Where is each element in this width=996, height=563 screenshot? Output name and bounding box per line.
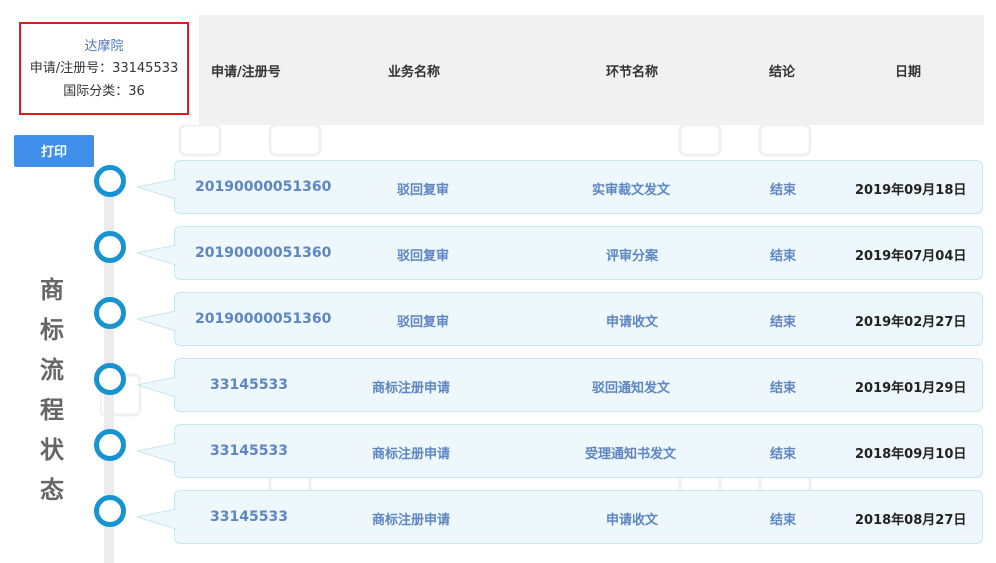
international-class: 国际分类：36	[63, 84, 145, 99]
trademark-info-box: 达摩院 申请/注册号：33145533 国际分类：36	[19, 22, 189, 115]
row-pointer	[137, 443, 177, 463]
row-step-name[interactable]: 受理通知书发文	[585, 443, 676, 462]
row-pointer	[137, 509, 177, 529]
row-date: 2019年02月27日	[855, 315, 967, 330]
row-result[interactable]: 结束	[770, 509, 796, 528]
table-row: 33145533 商标注册申请 受理通知书发文 结束 2018年09月10日	[137, 424, 983, 478]
registration-number: 申请/注册号：33145533	[29, 61, 179, 76]
header-reg-number: 申请/注册号	[211, 65, 281, 80]
row-result[interactable]: 结束	[770, 179, 796, 198]
table-row: 33145533 商标注册申请 驳回通知发文 结束 2019年01月29日	[137, 358, 983, 412]
side-title-char: 状	[40, 436, 64, 464]
row-pointer	[137, 377, 177, 397]
timeline-node	[94, 165, 126, 197]
table-row: 20190000051360 驳回复审 评审分案 结束 2019年07月04日	[137, 226, 983, 280]
row-business-name[interactable]: 商标注册申请	[372, 377, 450, 396]
timeline-node	[94, 231, 126, 263]
row-reg-number[interactable]: 20190000051360	[195, 179, 331, 195]
row-business-name[interactable]: 驳回复审	[397, 311, 449, 330]
table-header: 申请/注册号 业务名称 环节名称 结论 日期	[199, 15, 984, 125]
row-business-name[interactable]: 驳回复审	[397, 179, 449, 198]
row-date: 2019年07月04日	[855, 249, 967, 264]
side-title-char: 程	[40, 396, 64, 424]
row-step-name[interactable]: 申请收文	[606, 311, 658, 330]
row-step-name[interactable]: 实审裁文发文	[592, 179, 670, 198]
header-result: 结论	[769, 65, 796, 80]
row-step-name[interactable]: 申请收文	[606, 509, 658, 528]
header-business-name: 业务名称	[388, 65, 441, 80]
row-date: 2018年08月27日	[855, 513, 967, 528]
row-result[interactable]: 结束	[770, 377, 796, 396]
row-step-name[interactable]: 评审分案	[606, 245, 658, 264]
row-date: 2019年09月18日	[855, 183, 967, 198]
timeline-node	[94, 495, 126, 527]
row-reg-number[interactable]: 33145533	[210, 443, 288, 459]
row-date: 2018年09月10日	[855, 447, 967, 462]
timeline-node	[94, 297, 126, 329]
side-title-char: 态	[40, 476, 64, 504]
row-result[interactable]: 结束	[770, 443, 796, 462]
row-result[interactable]: 结束	[770, 311, 796, 330]
row-pointer	[137, 245, 177, 265]
row-result[interactable]: 结束	[770, 245, 796, 264]
row-date: 2019年01月29日	[855, 381, 967, 396]
row-pointer	[137, 179, 177, 199]
row-business-name[interactable]: 驳回复审	[397, 245, 449, 264]
table-row: 20190000051360 驳回复审 实审裁文发文 结束 2019年09月18…	[137, 160, 983, 214]
side-title-char: 商	[40, 276, 64, 304]
table-row: 20190000051360 驳回复审 申请收文 结束 2019年02月27日	[137, 292, 983, 346]
trademark-name[interactable]: 达摩院	[21, 38, 187, 56]
row-business-name[interactable]: 商标注册申请	[372, 443, 450, 462]
timeline-node	[94, 363, 126, 395]
row-reg-number[interactable]: 20190000051360	[195, 245, 331, 261]
side-title-char: 标	[40, 316, 64, 344]
row-reg-number[interactable]: 20190000051360	[195, 311, 331, 327]
row-step-name[interactable]: 驳回通知发文	[592, 377, 670, 396]
row-business-name[interactable]: 商标注册申请	[372, 509, 450, 528]
row-reg-number[interactable]: 33145533	[210, 509, 288, 525]
timeline-node	[94, 429, 126, 461]
header-step-name: 环节名称	[606, 65, 659, 80]
table-row: 33145533 商标注册申请 申请收文 结束 2018年08月27日	[137, 490, 983, 544]
row-reg-number[interactable]: 33145533	[210, 377, 288, 393]
side-title-char: 流	[40, 356, 64, 384]
side-title: 商 标 流 程 状 态	[38, 270, 66, 510]
header-date: 日期	[895, 65, 922, 80]
row-pointer	[137, 311, 177, 331]
print-button[interactable]: 打印	[14, 135, 94, 167]
